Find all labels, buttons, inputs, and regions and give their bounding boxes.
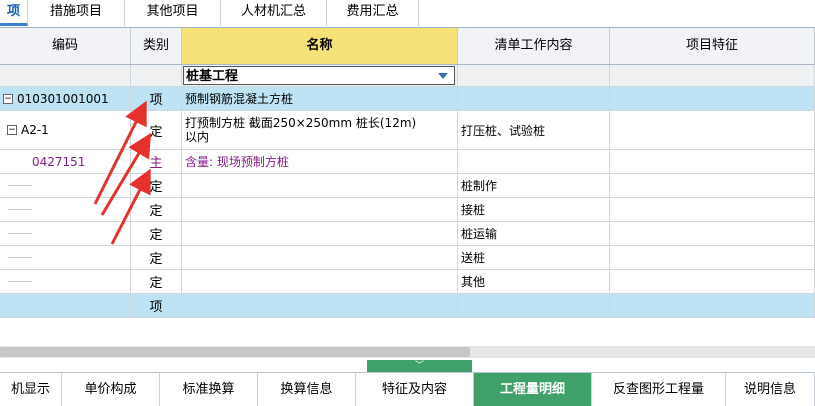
tab-display[interactable]: 机显示 [0, 373, 62, 406]
cell-feature[interactable] [610, 294, 815, 317]
table-row[interactable]: 0427151 主 含量: 现场预制方桩 [0, 150, 815, 174]
cell-feature[interactable] [610, 65, 815, 86]
cell-feature[interactable] [610, 246, 815, 269]
chevron-down-icon: ﹀ [414, 361, 424, 371]
chevron-down-icon[interactable] [438, 73, 448, 79]
cell-type[interactable]: 定 [131, 198, 182, 221]
scrollbar-thumb[interactable] [0, 347, 470, 357]
cell-work[interactable]: 接桩 [458, 198, 610, 221]
col-header-type[interactable]: 类别 [131, 28, 182, 64]
cell-code[interactable] [0, 65, 131, 86]
cell-feature[interactable] [610, 222, 815, 245]
cell-name[interactable] [182, 174, 458, 197]
cell-feature[interactable] [610, 174, 815, 197]
cell-work[interactable]: 桩制作 [458, 174, 610, 197]
tab-labor-material-summary[interactable]: 人材机汇总 [221, 0, 327, 26]
cell-code[interactable] [0, 222, 131, 245]
cell-type[interactable]: 项 [131, 294, 182, 317]
cell-type[interactable]: 定 [131, 270, 182, 293]
cell-code[interactable]: 0427151 [0, 150, 131, 173]
cell-code-text: 010301001001 [17, 91, 109, 106]
table-row[interactable]: 定 送桩 [0, 246, 815, 270]
tab-description[interactable]: 说明信息 [726, 373, 815, 406]
col-header-code[interactable]: 编码 [0, 28, 131, 64]
item-grid: 编码 类别 名称 清单工作内容 项目特征 桩基工程 − 010301001001… [0, 28, 815, 338]
grid-header: 编码 类别 名称 清单工作内容 项目特征 [0, 28, 815, 65]
cell-code-text: A2-1 [21, 123, 49, 137]
tree-connector [8, 185, 32, 186]
tab-standard-conversion[interactable]: 标准换算 [160, 373, 258, 406]
col-header-name[interactable]: 名称 [182, 28, 458, 64]
cell-work[interactable]: 其他 [458, 270, 610, 293]
cell-name[interactable]: 含量: 现场预制方桩 [182, 150, 458, 173]
cell-feature[interactable] [610, 270, 815, 293]
cell-code[interactable] [0, 294, 131, 317]
cell-type[interactable]: 项 [131, 87, 182, 110]
cell-name[interactable] [182, 222, 458, 245]
tree-connector [8, 233, 32, 234]
cell-work[interactable] [458, 150, 610, 173]
tab-cost-summary[interactable]: 费用汇总 [327, 0, 419, 26]
cell-work[interactable] [458, 87, 610, 110]
tab-unit-price[interactable]: 单价构成 [62, 373, 160, 406]
horizontal-scrollbar[interactable] [0, 346, 815, 358]
cell-type[interactable]: 定 [131, 246, 182, 269]
cell-name-line1: 打预制方桩 截面250×250mm 桩长(12m) [185, 116, 417, 130]
tab-other-items[interactable]: 其他项目 [125, 0, 221, 26]
cell-work[interactable]: 桩运输 [458, 222, 610, 245]
cell-work[interactable]: 送桩 [458, 246, 610, 269]
cell-code[interactable] [0, 246, 131, 269]
col-header-work-content[interactable]: 清单工作内容 [458, 28, 610, 64]
table-row[interactable]: 桩基工程 [0, 65, 815, 87]
cell-feature[interactable] [610, 111, 815, 149]
cell-type[interactable] [131, 65, 182, 86]
table-row[interactable]: 项 [0, 294, 815, 318]
table-row[interactable]: − A2-1 定 打预制方桩 截面250×250mm 桩长(12m) 以内 打压… [0, 111, 815, 150]
cell-feature[interactable] [610, 198, 815, 221]
tab-features-content[interactable]: 特征及内容 [356, 373, 474, 406]
panel-splitter-handle[interactable]: ﹀ [367, 360, 472, 372]
cell-work[interactable] [458, 294, 610, 317]
cell-type[interactable]: 定 [131, 111, 182, 149]
tree-connector [8, 209, 32, 210]
collapse-icon[interactable]: − [7, 125, 17, 135]
cell-code[interactable]: − 010301001001 [0, 87, 131, 110]
col-header-feature[interactable]: 项目特征 [610, 28, 815, 64]
tree-connector [8, 257, 32, 258]
cell-feature[interactable] [610, 150, 815, 173]
cell-name[interactable]: 打预制方桩 截面250×250mm 桩长(12m) 以内 [182, 111, 458, 149]
cell-type[interactable]: 主 [131, 150, 182, 173]
cell-work[interactable] [458, 65, 610, 86]
cell-work[interactable]: 打压桩、试验桩 [458, 111, 610, 149]
cell-name[interactable]: 预制钢筋混凝土方桩 [182, 87, 458, 110]
table-row[interactable]: 定 接桩 [0, 198, 815, 222]
top-tab-bar: 项 措施项目 其他项目 人材机汇总 费用汇总 [0, 0, 815, 28]
table-row[interactable]: 定 其他 [0, 270, 815, 294]
tab-quantity-detail[interactable]: 工程量明细 [474, 373, 592, 406]
table-row[interactable]: − 010301001001 项 预制钢筋混凝土方桩 [0, 87, 815, 111]
tab-reverse-graphic-quantity[interactable]: 反查图形工程量 [592, 373, 726, 406]
tab-conversion-info[interactable]: 换算信息 [258, 373, 356, 406]
cell-name-line2: 以内 [185, 130, 210, 144]
cell-name[interactable] [182, 198, 458, 221]
collapse-icon[interactable]: − [3, 93, 13, 104]
cell-feature[interactable] [610, 87, 815, 110]
tab-items[interactable]: 项 [0, 0, 28, 26]
name-dropdown-value: 桩基工程 [186, 69, 239, 84]
table-row[interactable]: 定 桩制作 [0, 174, 815, 198]
cell-code[interactable] [0, 174, 131, 197]
cell-name[interactable] [182, 294, 458, 317]
cell-name[interactable] [182, 270, 458, 293]
cell-name[interactable] [182, 246, 458, 269]
name-dropdown-input[interactable]: 桩基工程 [183, 66, 455, 85]
cell-type[interactable]: 定 [131, 174, 182, 197]
cell-code[interactable] [0, 198, 131, 221]
cell-code[interactable]: − A2-1 [0, 111, 131, 149]
cell-type[interactable]: 定 [131, 222, 182, 245]
bottom-tab-bar: 机显示 单价构成 标准换算 换算信息 特征及内容 工程量明细 反查图形工程量 说… [0, 372, 815, 406]
table-row[interactable]: 定 桩运输 [0, 222, 815, 246]
tree-connector [8, 281, 32, 282]
cell-code[interactable] [0, 270, 131, 293]
tab-measures[interactable]: 措施项目 [28, 0, 125, 26]
